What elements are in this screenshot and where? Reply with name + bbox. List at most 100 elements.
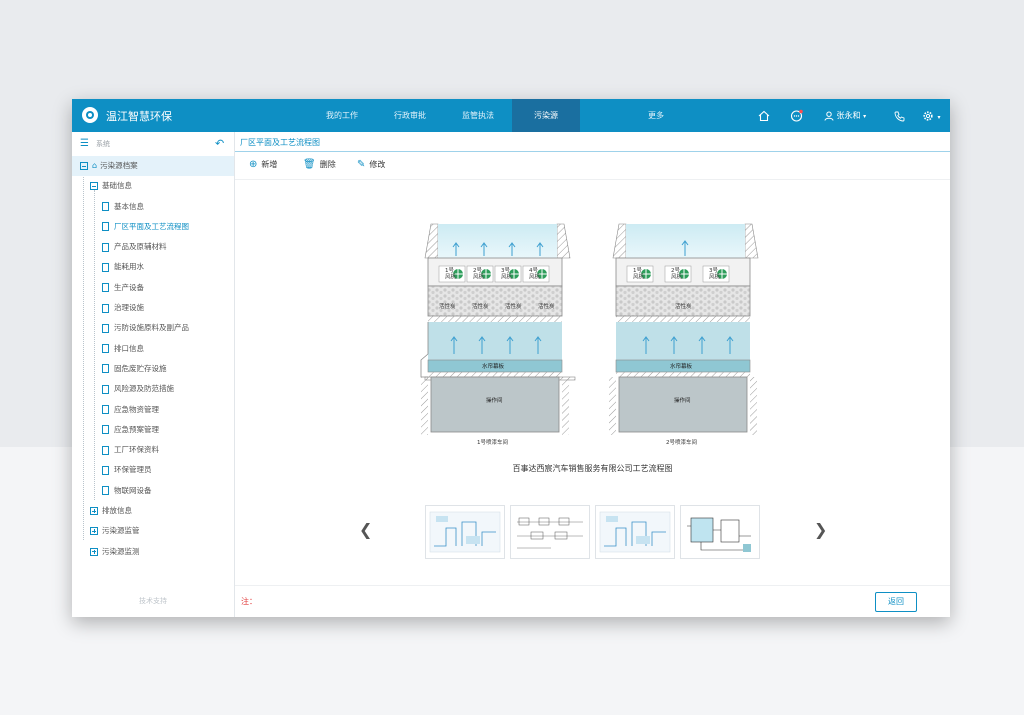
tree-label: 风险源及防范措施 xyxy=(114,384,174,394)
tree-label: 厂区平面及工艺流程图 xyxy=(114,221,189,231)
collapse-icon xyxy=(80,162,88,170)
nav-tab-admin-approval[interactable]: 行政审批 xyxy=(376,99,444,132)
tree-node-emission-info[interactable]: 排放信息 xyxy=(72,501,234,521)
file-icon xyxy=(102,323,109,333)
tree-label: 产品及原辅材料 xyxy=(114,242,167,252)
carbon-label: 活性炭 xyxy=(538,302,555,310)
sidebar-item-outlets[interactable]: 排口信息 xyxy=(72,339,234,359)
tree-node-pollution-archive[interactable]: ⌂ 污染源档案 xyxy=(72,156,234,177)
thumbnail-image xyxy=(687,517,751,552)
sidebar-item-emergency-plans[interactable]: 应急预案管理 xyxy=(72,420,234,440)
tree-label: 能耗用水 xyxy=(114,262,144,272)
tree-label: 污染源档案 xyxy=(100,161,138,170)
return-button[interactable]: 返回 xyxy=(875,592,917,612)
carbon-label: 活性炭 xyxy=(505,302,522,310)
next-image-button[interactable]: ❯ xyxy=(814,520,827,539)
tree-label: 基础信息 xyxy=(102,181,132,191)
tree-label: 治理设施 xyxy=(114,303,144,313)
sidebar-item-treatment-facilities[interactable]: 治理设施 xyxy=(72,298,234,318)
thumbnail-image xyxy=(517,517,583,549)
booth-label: 2号喷漆车间 xyxy=(666,438,697,446)
tree-label: 工厂环保资料 xyxy=(114,445,159,455)
sidebar-item-plant-layout[interactable]: 厂区平面及工艺流程图 xyxy=(72,217,234,237)
sidebar-item-risk-sources[interactable]: 风险源及防范措施 xyxy=(72,379,234,399)
nav-tab-enforcement[interactable]: 监管执法 xyxy=(444,99,512,132)
tree-label: 应急预案管理 xyxy=(114,424,159,434)
chat-icon[interactable] xyxy=(790,99,804,132)
top-navbar: 温江智慧环保 我的工作 行政审批 监管执法 污染源 更多 张永和 ▾ ▾ xyxy=(72,99,950,132)
thumbnail-1[interactable] xyxy=(425,505,505,559)
tree-label: 排放信息 xyxy=(102,506,132,516)
content-footer: 注： 返回 xyxy=(235,585,950,617)
thumbnail-2[interactable] xyxy=(510,505,590,559)
file-icon xyxy=(102,364,109,374)
back-icon[interactable]: ↶ xyxy=(215,137,224,150)
sidebar-item-production-equipment[interactable]: 生产设备 xyxy=(72,278,234,298)
carbon-label: 活性炭 xyxy=(472,302,489,310)
sidebar-item-env-managers[interactable]: 环保管理员 xyxy=(72,460,234,480)
prev-image-button[interactable]: ❮ xyxy=(359,520,372,539)
tree-label: 应急物资管理 xyxy=(114,404,159,414)
sidebar-item-env-documents[interactable]: 工厂环保资料 xyxy=(72,440,234,460)
diagram-caption: 百事达西宸汽车销售服务有限公司工艺流程图 xyxy=(512,464,673,473)
file-icon xyxy=(102,202,109,212)
sidebar-item-basic-info[interactable]: 基本信息 xyxy=(72,197,234,217)
thumbnail-3[interactable] xyxy=(595,505,675,559)
nav-tab-my-work[interactable]: 我的工作 xyxy=(308,99,376,132)
user-menu[interactable]: 张永和 ▾ xyxy=(824,99,866,132)
file-icon xyxy=(102,445,109,455)
tree-label: 污防设施原料及副产品 xyxy=(114,323,189,333)
home-icon: ⌂ xyxy=(92,161,98,170)
sidebar: ☰ 系统 ↶ ⌂ 污染源档案 基础信息 基本信息 厂区平面及工艺流程图 产品及原辅… xyxy=(72,132,235,617)
file-icon xyxy=(102,425,109,435)
nav-more[interactable]: 更多 xyxy=(648,99,664,132)
carbon-label: 活性炭 xyxy=(439,302,456,310)
phone-icon[interactable] xyxy=(894,99,905,132)
tree-node-source-monitoring[interactable]: 污染源监测 xyxy=(72,542,234,562)
sidebar-title: 系统 xyxy=(96,140,110,148)
sidebar-item-facility-materials[interactable]: 污防设施原料及副产品 xyxy=(72,318,234,338)
room-label: 操作间 xyxy=(486,396,503,404)
main-content: 厂区平面及工艺流程图 ⊕ 新增 🗑 删除 ✎ 修改 1号风机 2号风机 3号风机… xyxy=(235,132,950,617)
tree-label: 污染源监测 xyxy=(102,546,140,556)
curtain-label: 水帘幕板 xyxy=(670,362,693,370)
file-icon xyxy=(102,486,109,496)
expand-icon xyxy=(90,507,98,516)
app-window: 温江智慧环保 我的工作 行政审批 监管执法 污染源 更多 张永和 ▾ ▾ ☰ 系… xyxy=(72,99,950,617)
menu-icon[interactable]: ☰ xyxy=(80,138,89,149)
thumbnail-4[interactable] xyxy=(680,505,760,559)
note-label: 注： xyxy=(241,597,257,606)
file-icon xyxy=(102,405,109,415)
nav-tab-pollution-source[interactable]: 污染源 xyxy=(512,99,580,132)
app-title: 温江智慧环保 xyxy=(106,110,172,123)
expand-icon xyxy=(90,547,98,556)
tree-node-source-supervision[interactable]: 污染源监管 xyxy=(72,521,234,541)
sidebar-tree: ⌂ 污染源档案 基础信息 基本信息 厂区平面及工艺流程图 产品及原辅材料 能耗用水… xyxy=(72,156,234,562)
file-icon xyxy=(102,465,109,475)
tree-label: 物联网设备 xyxy=(114,485,152,495)
thumbnail-image xyxy=(429,511,501,553)
sidebar-item-emergency-supplies[interactable]: 应急物资管理 xyxy=(72,400,234,420)
app-logo-icon xyxy=(82,107,98,123)
thumbnail-image xyxy=(599,511,671,553)
collapse-icon xyxy=(90,182,98,191)
expand-icon xyxy=(90,527,98,536)
tree-node-basic-info[interactable]: 基础信息 xyxy=(72,176,234,196)
user-icon xyxy=(824,111,834,121)
tree-label: 排口信息 xyxy=(114,343,144,353)
settings-icon[interactable]: ▾ xyxy=(922,99,941,132)
sidebar-item-iot-devices[interactable]: 物联网设备 xyxy=(72,481,234,501)
tree-label: 环保管理员 xyxy=(114,465,152,475)
sidebar-item-energy[interactable]: 能耗用水 xyxy=(72,257,234,277)
file-icon xyxy=(102,242,109,252)
file-icon xyxy=(102,303,109,313)
room-label: 操作间 xyxy=(674,396,691,404)
sidebar-item-waste-storage[interactable]: 固危废贮存设施 xyxy=(72,359,234,379)
booth-label: 1号喷漆车间 xyxy=(477,438,508,446)
sidebar-item-products[interactable]: 产品及原辅材料 xyxy=(72,237,234,257)
file-icon xyxy=(102,262,109,272)
carbon-label: 活性炭 xyxy=(675,302,692,310)
tree-label: 基本信息 xyxy=(114,201,144,211)
home-icon[interactable] xyxy=(758,99,770,132)
file-icon xyxy=(102,384,109,394)
